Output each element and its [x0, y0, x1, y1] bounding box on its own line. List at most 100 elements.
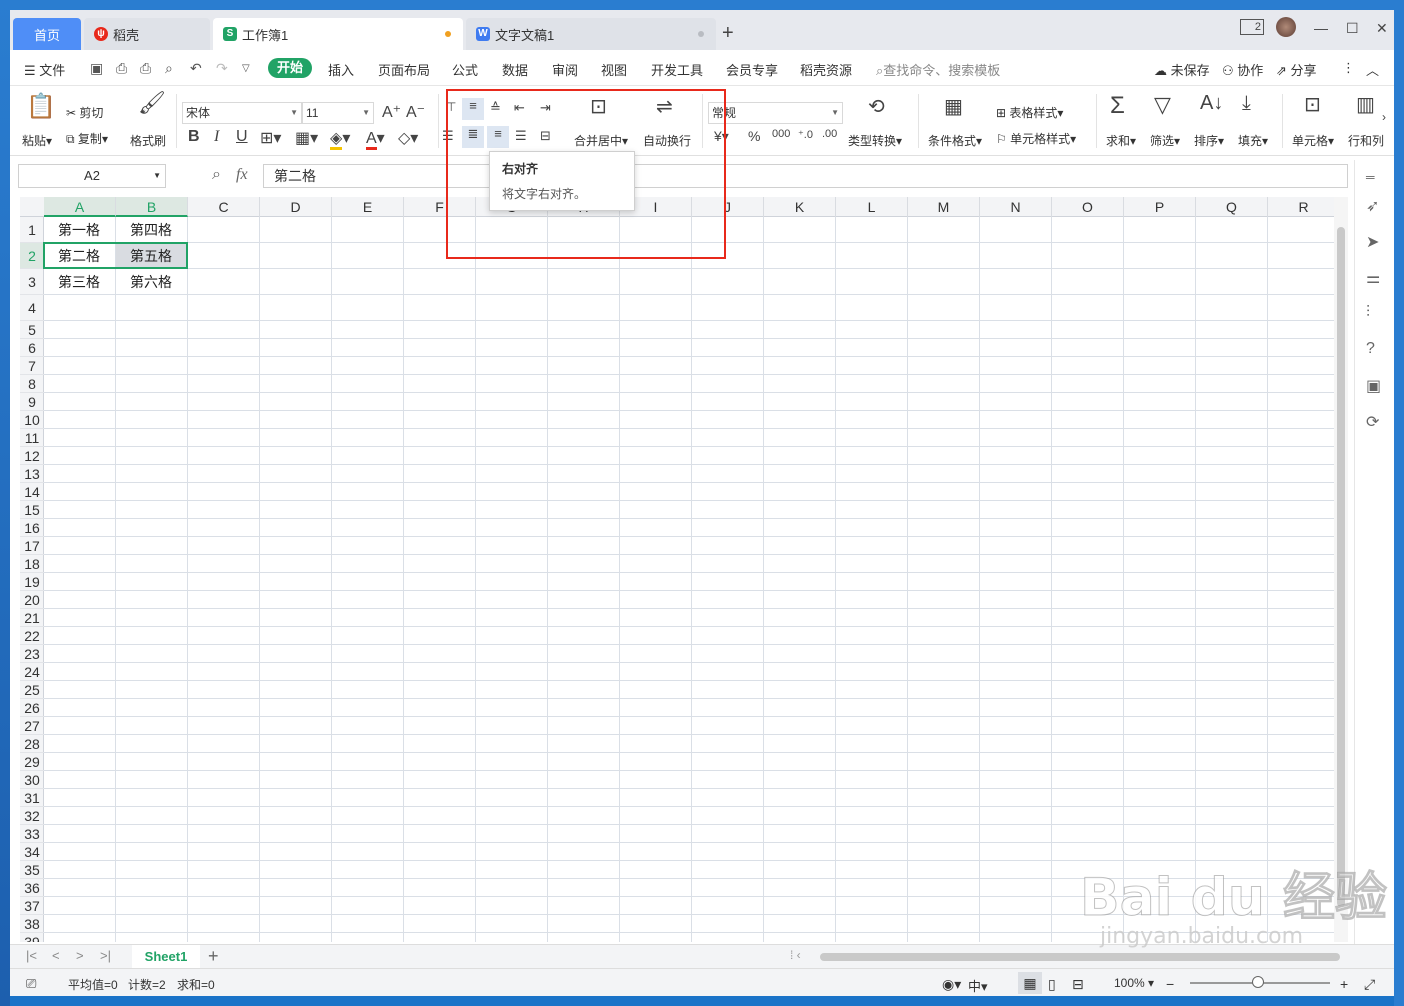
format-painter-icon[interactable]: 🖌 — [138, 90, 166, 116]
cut-button[interactable]: ✂ 剪切 — [66, 104, 103, 121]
row-header-36[interactable]: 36 — [20, 879, 44, 897]
row-header-37[interactable]: 37 — [20, 897, 44, 915]
menu-member[interactable]: 会员专享 — [726, 60, 778, 79]
percent-icon[interactable]: % — [748, 128, 760, 144]
maximize-icon[interactable]: ☐ — [1346, 20, 1359, 37]
redo-icon[interactable]: ↷ — [216, 60, 228, 77]
row-header-14[interactable]: 14 — [20, 483, 44, 501]
wrap-text-icon[interactable]: ⇌ — [656, 94, 673, 119]
vertical-scrollbar[interactable] — [1334, 197, 1348, 942]
filter-icon[interactable]: ▽ — [1154, 92, 1171, 118]
align-top-icon[interactable]: ⊤ — [446, 100, 456, 114]
ribbon-scroll-right-icon[interactable]: › — [1382, 110, 1386, 124]
row-header-25[interactable]: 25 — [20, 681, 44, 699]
panel-handle-icon[interactable]: ═ — [1366, 170, 1375, 184]
row-header-35[interactable]: 35 — [20, 861, 44, 879]
save-icon[interactable]: ▣ — [90, 60, 103, 77]
fill-pattern-icon[interactable]: ▦▾ — [295, 128, 318, 148]
underline-icon[interactable]: U — [236, 128, 248, 146]
column-header-d[interactable]: D — [260, 197, 332, 217]
new-tab-plus-icon[interactable]: + — [722, 22, 734, 45]
style-panel-icon[interactable]: ⫶ — [1366, 304, 1370, 322]
column-header-o[interactable]: O — [1052, 197, 1124, 217]
clear-icon[interactable]: ◇▾ — [398, 128, 418, 148]
more-options-icon[interactable]: ⋮ — [1342, 60, 1355, 76]
align-middle-icon[interactable]: ≡ — [462, 98, 484, 120]
menu-page-layout[interactable]: 页面布局 — [378, 60, 430, 79]
merge-center-button[interactable]: 合并居中▾ — [574, 132, 628, 149]
settings-slider-icon[interactable]: ⚌ — [1366, 268, 1380, 288]
conditional-format-button[interactable]: 条件格式▾ — [928, 132, 982, 149]
spreadsheet-grid[interactable]: ABCDEFGHIJKLMNOPQR 123456789101112131415… — [20, 197, 1334, 942]
tab-document[interactable]: W 文字文稿1 — [466, 18, 716, 50]
column-header-a[interactable]: A — [44, 197, 116, 217]
menu-insert[interactable]: 插入 — [328, 60, 354, 79]
row-header-18[interactable]: 18 — [20, 555, 44, 573]
collab-button[interactable]: ⚇ 协作 — [1222, 60, 1263, 79]
sheet-tab-sheet1[interactable]: Sheet1 — [132, 945, 200, 969]
row-header-22[interactable]: 22 — [20, 627, 44, 645]
zoom-level[interactable]: 100% ▾ — [1114, 976, 1154, 990]
undo-icon[interactable]: ↶ — [190, 60, 202, 77]
type-convert-icon[interactable]: ⟲ — [868, 94, 885, 119]
row-header-33[interactable]: 33 — [20, 825, 44, 843]
row-header-2[interactable]: 2 — [20, 243, 44, 269]
paste-button[interactable]: 粘贴▾ — [22, 132, 52, 149]
column-header-e[interactable]: E — [332, 197, 404, 217]
distribute-icon[interactable]: ⊟ — [540, 128, 551, 144]
format-painter-button[interactable]: 格式刷 — [130, 132, 166, 149]
decrease-indent-icon[interactable]: ⇤ — [514, 100, 525, 116]
row-header-1[interactable]: 1 — [20, 217, 44, 243]
close-icon[interactable]: ✕ — [1376, 20, 1388, 37]
row-header-10[interactable]: 10 — [20, 411, 44, 429]
bold-icon[interactable]: B — [188, 128, 200, 146]
zoom-slider-handle[interactable] — [1252, 976, 1264, 988]
menu-data[interactable]: 数据 — [502, 60, 528, 79]
decrease-decimal-icon[interactable]: .00 — [822, 128, 837, 140]
wrap-text-button[interactable]: 自动换行 — [643, 132, 691, 149]
name-box[interactable]: A2 ▼ — [18, 164, 166, 188]
cell-area[interactable]: 第一格 第四格 第二格 第五格 第三格 第六格 — [43, 217, 1334, 942]
row-col-icon[interactable]: ▥ — [1356, 92, 1375, 117]
currency-icon[interactable]: ¥▾ — [714, 128, 729, 145]
fill-button[interactable]: 填充▾ — [1238, 132, 1268, 149]
row-header-26[interactable]: 26 — [20, 699, 44, 717]
row-header-4[interactable]: 4 — [20, 295, 44, 321]
cursor-select-icon[interactable]: ➤ — [1366, 232, 1379, 252]
decrease-font-icon[interactable]: A⁻ — [406, 102, 425, 122]
tab-workbook[interactable]: S 工作簿1 — [213, 18, 463, 50]
row-header-32[interactable]: 32 — [20, 807, 44, 825]
share-button[interactable]: ⇗ 分享 — [1276, 60, 1317, 79]
sort-icon[interactable]: A↓ — [1200, 92, 1223, 115]
row-header-16[interactable]: 16 — [20, 519, 44, 537]
row-header-38[interactable]: 38 — [20, 915, 44, 933]
border-icon[interactable]: ⊞▾ — [260, 128, 281, 148]
fx-icon[interactable]: fx — [236, 166, 248, 184]
cell-b1[interactable]: 第四格 — [116, 217, 188, 243]
type-convert-button[interactable]: 类型转换▾ — [848, 132, 902, 149]
row-header-30[interactable]: 30 — [20, 771, 44, 789]
row-col-button[interactable]: 行和列 — [1348, 132, 1384, 149]
font-name-select[interactable]: 宋体 ▼ — [182, 102, 302, 124]
export-pdf-icon[interactable]: ⎙ — [116, 60, 127, 77]
help-icon[interactable]: ? — [1366, 340, 1375, 358]
cell-b3[interactable]: 第六格 — [116, 269, 188, 295]
increase-decimal-icon[interactable]: ⁺.0 — [798, 128, 813, 141]
sum-icon[interactable]: Σ — [1110, 92, 1125, 120]
column-header-l[interactable]: L — [836, 197, 908, 217]
row-header-20[interactable]: 20 — [20, 591, 44, 609]
scroll-splitter-icon[interactable]: ⁞ ‹ — [790, 948, 801, 962]
column-header-k[interactable]: K — [764, 197, 836, 217]
next-sheet-icon[interactable]: > — [76, 948, 84, 963]
tab-daoke[interactable]: ψ 稻壳 — [84, 18, 210, 50]
window-count-icon[interactable]: 2 — [1240, 19, 1264, 35]
cell-a3[interactable]: 第三格 — [44, 269, 116, 295]
user-avatar[interactable] — [1276, 17, 1296, 37]
align-left-icon[interactable]: ☰ — [442, 128, 454, 144]
column-header-f[interactable]: F — [404, 197, 476, 217]
font-color-icon[interactable]: A▾ — [366, 128, 385, 150]
first-sheet-icon[interactable]: |< — [26, 948, 37, 963]
number-format-select[interactable]: 常规 ▼ — [708, 102, 843, 124]
normal-view-icon[interactable]: ▦ — [1018, 972, 1042, 994]
print-icon[interactable]: ⎙ — [140, 60, 151, 77]
